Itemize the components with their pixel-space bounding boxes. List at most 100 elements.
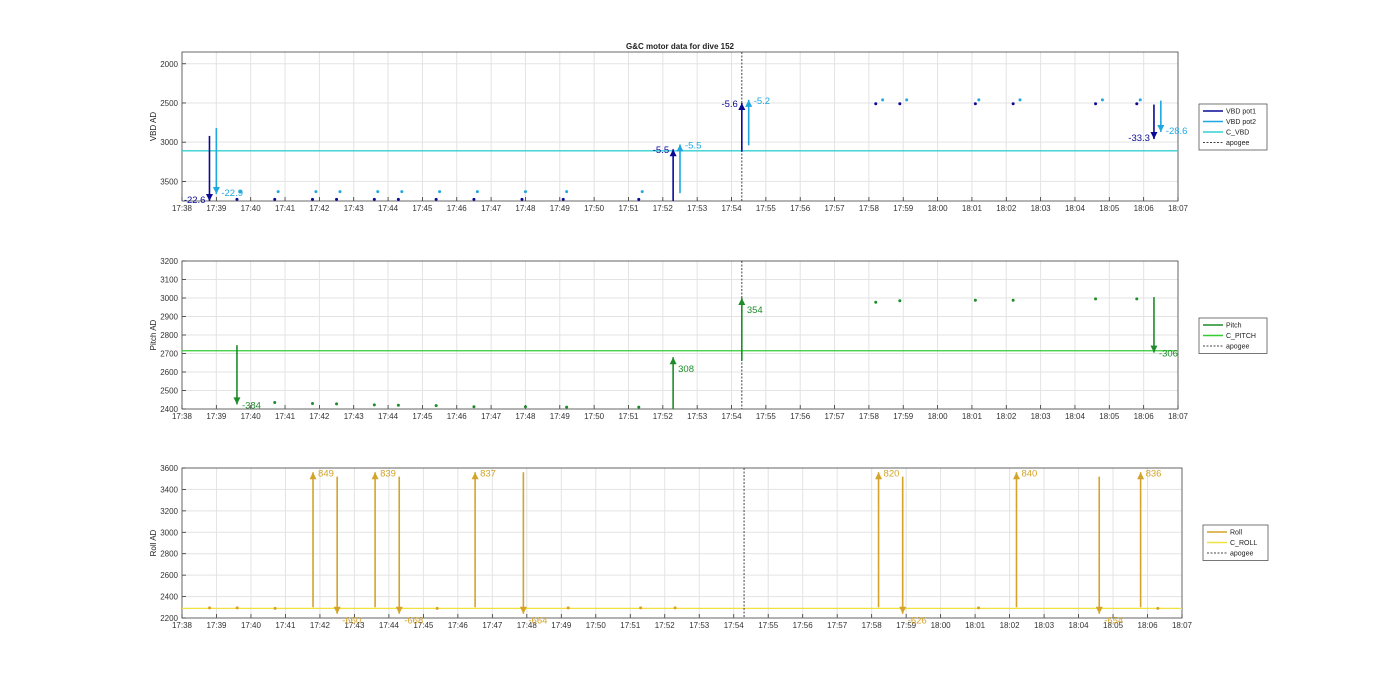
x-tick-label: 17:54 [722,412,743,421]
x-tick-label: 18:07 [1172,621,1193,630]
x-tick-label: 17:47 [481,412,502,421]
x-tick-label: 18:05 [1099,412,1120,421]
x-tick-label: 17:46 [447,412,468,421]
x-tick-label: 17:39 [206,621,227,630]
data-point-vbd-pot2 [565,190,569,194]
y-axis-label: VBD AD [149,112,158,142]
move-label: -22.9 [221,188,243,199]
move-label: -28.6 [1166,126,1188,137]
move-label: 836 [1146,468,1162,479]
move-label: -384 [242,400,261,411]
y-tick-label: 2000 [160,60,178,69]
panel-2: 17:38 17:39 17:40 17:41 17:42 17:43 17:44 17:45… [149,257,1268,421]
x-tick-label: 18:03 [1031,412,1052,421]
x-tick-label: 17:48 [515,204,536,213]
x-tick-label: 17:56 [790,412,811,421]
move-label: 820 [884,468,900,479]
data-point-pitch [973,298,977,302]
data-point-roll [435,606,439,610]
x-tick-label: 17:40 [241,204,262,213]
x-tick-label: 17:50 [584,412,605,421]
data-point-roll [639,606,643,610]
data-point-vbd-pot1 [1011,102,1015,106]
data-point-vbd-pot2 [314,190,318,194]
data-point-vbd-pot1 [973,102,977,106]
data-point-pitch [1094,297,1098,301]
x-tick-label: 18:03 [1031,204,1052,213]
x-tick-label: 17:43 [344,412,365,421]
x-tick-label: 17:53 [687,204,708,213]
x-tick-label: 17:40 [241,412,262,421]
x-tick-label: 17:53 [687,412,708,421]
data-point-vbd-pot2 [640,190,644,194]
data-point-roll [673,606,677,610]
x-tick-label: 18:07 [1168,412,1189,421]
move-label: 840 [1021,468,1037,479]
data-point-pitch [311,401,315,405]
x-tick-label: 17:55 [756,412,777,421]
x-tick-label: 17:55 [758,621,779,630]
data-point-vbd-pot2 [276,190,280,194]
legend-entry: C_VBD [1226,130,1249,137]
data-point-vbd-pot1 [396,197,400,201]
y-tick-label: 2800 [160,550,178,559]
x-tick-label: 18:06 [1138,621,1159,630]
x-tick-label: 18:04 [1065,412,1086,421]
x-tick-label: 17:59 [893,412,914,421]
data-point-pitch [523,405,527,409]
y-tick-label: 2600 [160,368,178,377]
x-tick-label: 17:41 [275,204,296,213]
x-tick-label: 17:53 [689,621,710,630]
data-point-pitch [1011,298,1015,302]
x-tick-label: 18:02 [996,204,1017,213]
y-tick-label: 2600 [160,571,178,580]
data-point-vbd-pot1 [434,197,438,201]
move-label: -306 [1159,349,1178,360]
legend-entry: Roll [1230,530,1243,537]
y-tick-label: 3200 [160,257,178,266]
data-point-vbd-pot2 [338,190,342,194]
x-tick-label: 18:04 [1065,204,1086,213]
x-tick-label: 17:57 [825,412,846,421]
x-tick-label: 17:51 [618,204,639,213]
legend-entry: C_ROLL [1230,540,1257,547]
y-axis-label: Pitch AD [149,319,158,350]
data-point-vbd-pot2 [1100,98,1104,102]
y-tick-label: 2400 [160,405,178,414]
data-point-pitch [874,300,878,304]
move-label: -660 [342,616,361,627]
y-tick-label: 3000 [160,138,178,147]
move-label: -5.6 [721,99,737,110]
y-tick-label: 2900 [160,313,178,322]
legend-entry: VBD pot2 [1226,119,1256,126]
x-tick-label: 18:00 [931,621,952,630]
data-point-pitch [273,401,277,405]
y-tick-label: 2700 [160,350,178,359]
legend: VBD pot1 VBD pot2 C_VBDapogee [1198,103,1268,151]
x-tick-label: 18:00 [928,412,949,421]
x-tick-label: 17:39 [206,412,227,421]
x-tick-label: 18:00 [928,204,949,213]
data-point-vbd-pot2 [977,98,981,102]
move-label: -664 [528,616,547,627]
data-point-vbd-pot2 [376,190,380,194]
data-point-vbd-pot2 [475,190,479,194]
y-axis-label: Roll AD [149,529,158,556]
data-point-vbd-pot2 [400,190,404,194]
data-point-vbd-pot2 [1018,98,1022,102]
x-tick-label: 17:45 [412,412,433,421]
figure-title: G&C motor data for dive 152 [626,42,735,51]
data-point-vbd-pot1 [874,102,878,106]
data-point-vbd-pot1 [898,102,902,106]
data-point-pitch [335,402,339,406]
x-tick-label: 17:48 [515,412,536,421]
x-tick-label: 17:46 [448,621,469,630]
move-label: -22.6 [184,195,206,206]
data-point-vbd-pot1 [372,197,376,201]
x-tick-label: 17:56 [793,621,814,630]
data-point-roll [977,606,981,610]
move-label: -33.3 [1128,133,1150,144]
y-tick-label: 3600 [160,464,178,473]
panel-3: 17:38 17:39 17:40 17:41 17:42 17:43 17:44 17:45… [149,464,1269,630]
panel-1: 17:38 17:39 17:40 17:41 17:42 17:43 17:44 17:45… [149,51,1268,213]
